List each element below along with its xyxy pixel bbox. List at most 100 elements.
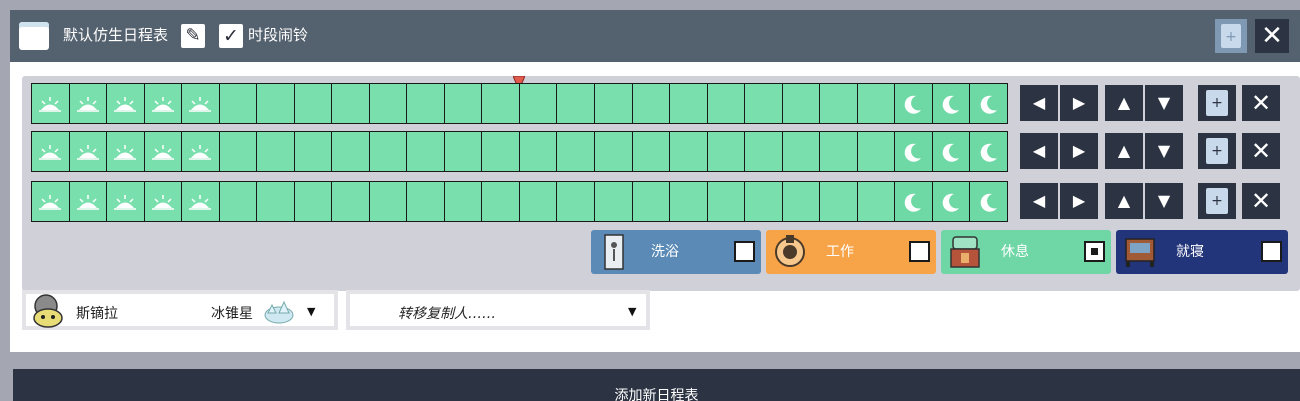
duplicate-row-button[interactable]: +	[1198, 133, 1236, 169]
morning-block[interactable]	[182, 84, 219, 123]
duplicate-row-button[interactable]: +	[1198, 183, 1236, 219]
schedule-block[interactable]	[857, 84, 895, 123]
schedule-blocks[interactable]	[31, 131, 1008, 172]
morning-block[interactable]	[182, 132, 219, 171]
schedule-block[interactable]	[670, 84, 707, 123]
schedule-block[interactable]	[557, 84, 594, 123]
night-block[interactable]	[895, 132, 932, 171]
schedule-block[interactable]	[632, 132, 670, 171]
schedule-block[interactable]	[594, 132, 632, 171]
schedule-block[interactable]	[407, 132, 444, 171]
move-up-button[interactable]: ▲	[1105, 133, 1143, 169]
morning-block[interactable]	[32, 182, 69, 221]
morning-block[interactable]	[182, 182, 219, 221]
schedule-block[interactable]	[407, 84, 444, 123]
night-block[interactable]	[932, 84, 970, 123]
schedule-block[interactable]	[707, 132, 745, 171]
schedule-block[interactable]	[707, 84, 745, 123]
morning-block[interactable]	[107, 182, 144, 221]
schedule-block[interactable]	[219, 132, 257, 171]
group-checkbox[interactable]	[909, 241, 930, 262]
schedule-block[interactable]	[594, 182, 632, 221]
group-recreation[interactable]: 休息	[941, 230, 1111, 274]
group-hygiene[interactable]: 洗浴	[591, 230, 761, 274]
group-checkbox[interactable]	[1084, 241, 1105, 262]
schedule-block[interactable]	[820, 132, 857, 171]
group-sleep[interactable]: 就寝	[1116, 230, 1288, 274]
rename-pencil-icon[interactable]: ✎	[181, 24, 205, 48]
group-work[interactable]: 工作	[766, 230, 936, 274]
delete-row-button[interactable]: ✕	[1242, 85, 1280, 121]
schedule-block[interactable]	[294, 182, 332, 221]
shift-right-button[interactable]: ▶	[1060, 85, 1098, 121]
morning-block[interactable]	[69, 84, 107, 123]
night-block[interactable]	[932, 132, 970, 171]
schedule-block[interactable]	[519, 84, 557, 123]
night-block[interactable]	[970, 84, 1007, 123]
schedule-block[interactable]	[219, 84, 257, 123]
schedule-block[interactable]	[482, 84, 519, 123]
transfer-duplicant-dropdown[interactable]: 转移复制人…… ▼	[346, 290, 650, 330]
move-up-button[interactable]: ▲	[1105, 183, 1143, 219]
schedule-block[interactable]	[707, 182, 745, 221]
schedule-block[interactable]	[632, 182, 670, 221]
schedule-block[interactable]	[257, 84, 294, 123]
schedule-block[interactable]	[745, 84, 782, 123]
schedule-block[interactable]	[782, 132, 820, 171]
schedule-block[interactable]	[857, 182, 895, 221]
schedule-block[interactable]	[670, 132, 707, 171]
schedule-block[interactable]	[857, 132, 895, 171]
assigned-duplicant-dropdown[interactable]: 斯镝拉 冰锥星 ▼	[22, 290, 338, 330]
schedule-block[interactable]	[782, 182, 820, 221]
schedule-block[interactable]	[294, 84, 332, 123]
schedule-blocks[interactable]	[31, 181, 1008, 222]
morning-block[interactable]	[107, 132, 144, 171]
schedule-block[interactable]	[407, 182, 444, 221]
schedule-block[interactable]	[519, 182, 557, 221]
duplicate-row-button[interactable]: +	[1198, 85, 1236, 121]
shift-right-button[interactable]: ▶	[1060, 133, 1098, 169]
morning-block[interactable]	[144, 84, 182, 123]
schedule-block[interactable]	[332, 182, 369, 221]
night-block[interactable]	[932, 182, 970, 221]
schedule-block[interactable]	[294, 132, 332, 171]
schedule-block[interactable]	[444, 182, 482, 221]
schedule-block[interactable]	[369, 182, 407, 221]
move-down-button[interactable]: ▼	[1145, 133, 1183, 169]
shift-left-button[interactable]: ◀	[1020, 183, 1058, 219]
schedule-block[interactable]	[332, 132, 369, 171]
night-block[interactable]	[895, 84, 932, 123]
shift-left-button[interactable]: ◀	[1020, 85, 1058, 121]
morning-block[interactable]	[32, 84, 69, 123]
schedule-block[interactable]	[482, 182, 519, 221]
schedule-block[interactable]	[670, 182, 707, 221]
schedule-block[interactable]	[594, 84, 632, 123]
move-down-button[interactable]: ▼	[1145, 85, 1183, 121]
add-schedule-button[interactable]: 添加新日程表	[13, 369, 1300, 401]
shift-right-button[interactable]: ▶	[1060, 183, 1098, 219]
schedule-block[interactable]	[745, 182, 782, 221]
schedule-block[interactable]	[369, 84, 407, 123]
morning-block[interactable]	[144, 182, 182, 221]
morning-block[interactable]	[144, 132, 182, 171]
night-block[interactable]	[970, 132, 1007, 171]
schedule-block[interactable]	[820, 84, 857, 123]
schedule-block[interactable]	[219, 182, 257, 221]
night-block[interactable]	[895, 182, 932, 221]
duplicate-schedule-button[interactable]: +	[1215, 19, 1247, 53]
morning-block[interactable]	[32, 132, 69, 171]
move-down-button[interactable]: ▼	[1145, 183, 1183, 219]
schedule-block[interactable]	[257, 132, 294, 171]
schedule-block[interactable]	[444, 84, 482, 123]
group-checkbox[interactable]	[1261, 241, 1282, 262]
schedule-block[interactable]	[444, 132, 482, 171]
delete-schedule-button[interactable]: ✕	[1255, 19, 1289, 53]
schedule-block[interactable]	[257, 182, 294, 221]
schedule-block[interactable]	[482, 132, 519, 171]
group-checkbox[interactable]	[734, 241, 755, 262]
schedule-blocks[interactable]	[31, 83, 1008, 124]
shift-left-button[interactable]: ◀	[1020, 133, 1058, 169]
delete-row-button[interactable]: ✕	[1242, 183, 1280, 219]
alarm-checkbox[interactable]: ✓	[219, 24, 243, 48]
delete-row-button[interactable]: ✕	[1242, 133, 1280, 169]
